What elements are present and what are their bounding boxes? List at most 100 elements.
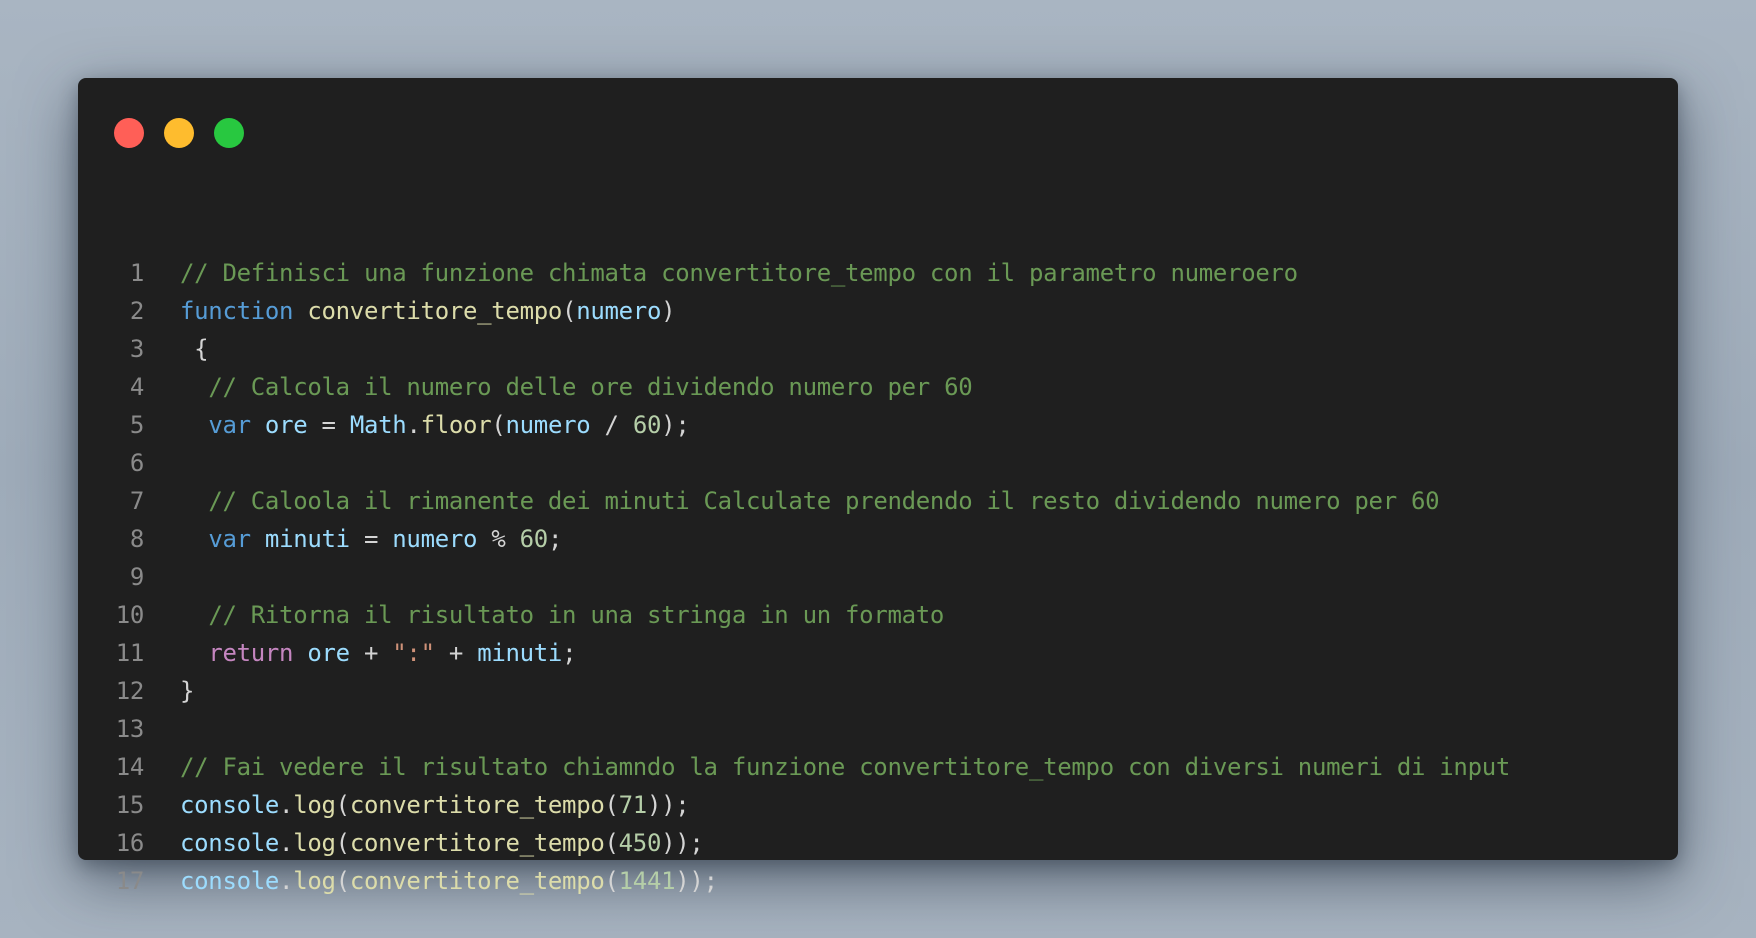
- token-number: 450: [618, 829, 662, 857]
- token-punct: }: [180, 677, 195, 705]
- line-number: 4: [129, 373, 144, 401]
- token-func: convertitore_tempo: [349, 791, 605, 819]
- line-number: 9: [129, 563, 144, 591]
- token-func: log: [293, 867, 336, 895]
- line-source: function convertitore_tempo(numero): [180, 292, 676, 330]
- line-number: 13: [115, 715, 145, 743]
- token-punct: (: [335, 829, 350, 857]
- token-punct: ;: [562, 639, 577, 667]
- token-func: log: [293, 791, 336, 819]
- token-punct: [293, 297, 307, 325]
- token-punct: (: [604, 867, 619, 895]
- code-line[interactable]: 10 // Ritorna il risultato in una string…: [78, 596, 1678, 634]
- token-punct: +: [434, 639, 478, 667]
- token-comment: // Caloola il rimanente dei minuti Calcu…: [208, 487, 1440, 515]
- token-string: ":": [392, 639, 435, 667]
- token-punct: /: [590, 411, 633, 439]
- token-var: ore: [307, 639, 350, 667]
- token-punct: =: [349, 525, 393, 553]
- token-punct: +: [349, 639, 393, 667]
- line-source: }: [180, 672, 194, 710]
- token-punct: .: [406, 411, 421, 439]
- token-punct: (: [562, 297, 577, 325]
- code-line[interactable]: 1 // Definisci una funzione chimata conve…: [78, 254, 1678, 292]
- token-var: console: [180, 791, 280, 819]
- line-source: var ore = Math.floor(numero / 60);: [180, 406, 689, 444]
- token-punct: (: [335, 791, 350, 819]
- code-line[interactable]: 11 return ore + ":" + minuti;: [78, 634, 1678, 672]
- token-punct: (: [604, 829, 619, 857]
- token-comment: // Calcola il numero delle ore dividendo…: [208, 373, 973, 401]
- line-number: 12: [115, 677, 145, 705]
- code-line[interactable]: 9: [78, 558, 1678, 596]
- token-func: log: [293, 829, 336, 857]
- minimize-button[interactable]: [164, 118, 194, 148]
- token-var: ore: [264, 411, 308, 439]
- token-punct: ));: [675, 867, 718, 895]
- close-button[interactable]: [114, 118, 144, 148]
- token-keyword: var: [208, 411, 251, 439]
- maximize-button[interactable]: [214, 118, 244, 148]
- code-line[interactable]: 17 console.log(convertitore_tempo(1441));: [78, 862, 1678, 900]
- token-punct: [180, 639, 208, 667]
- token-punct: [293, 639, 307, 667]
- code-line[interactable]: 2 function convertitore_tempo(numero): [78, 292, 1678, 330]
- token-punct: =: [307, 411, 350, 439]
- token-var: numero: [505, 411, 591, 439]
- line-source: // Calcola il numero delle ore dividendo…: [180, 368, 972, 406]
- token-keyword: function: [180, 297, 294, 325]
- line-source: var minuti = numero % 60;: [180, 520, 562, 558]
- line-number: 8: [129, 525, 144, 553]
- token-comment: // Ritorna il risultato in una stringa i…: [208, 601, 945, 629]
- line-number: 3: [129, 335, 144, 363]
- code-line[interactable]: 5 var ore = Math.floor(numero / 60);: [78, 406, 1678, 444]
- token-punct: [180, 373, 208, 401]
- line-source: console.log(convertitore_tempo(71));: [180, 786, 690, 824]
- window-controls: [114, 118, 244, 148]
- line-number: 11: [115, 639, 145, 667]
- token-func: floor: [420, 411, 492, 439]
- token-punct: (: [604, 791, 619, 819]
- code-line[interactable]: 13: [78, 710, 1678, 748]
- code-line[interactable]: 3 {: [78, 330, 1678, 368]
- line-source: return ore + ":" + minuti;: [180, 634, 576, 672]
- token-var: Math: [349, 411, 407, 439]
- token-func: convertitore_tempo: [349, 829, 605, 857]
- line-source: console.log(convertitore_tempo(450));: [180, 824, 704, 862]
- token-number: 71: [618, 791, 648, 819]
- line-source: // Fai vedere il risultato chiamndo la f…: [180, 748, 1510, 786]
- token-punct: (: [491, 411, 506, 439]
- token-punct: {: [180, 335, 209, 363]
- code-line[interactable]: 6: [78, 444, 1678, 482]
- code-line[interactable]: 12}: [78, 672, 1678, 710]
- code-window: 1 // Definisci una funzione chimata conve…: [78, 78, 1678, 895]
- token-func: convertitore_tempo: [307, 297, 563, 325]
- token-var: numero: [576, 297, 662, 325]
- line-number: 1: [129, 259, 144, 287]
- token-punct: .: [279, 791, 294, 819]
- code-line[interactable]: 4 // Calcola il numero delle ore dividen…: [78, 368, 1678, 406]
- token-punct: .: [279, 829, 294, 857]
- token-var: minuti: [264, 525, 350, 553]
- token-punct: [180, 487, 208, 515]
- token-var: console: [180, 867, 280, 895]
- token-punct: %: [477, 525, 520, 553]
- token-keyword: var: [208, 525, 251, 553]
- token-punct: [180, 601, 208, 629]
- line-number: 17: [115, 867, 145, 895]
- code-line[interactable]: 7 // Caloola il rimanente dei minuti Cal…: [78, 482, 1678, 520]
- token-punct: [180, 411, 208, 439]
- code-editor[interactable]: 1 // Definisci una funzione chimata conve…: [78, 254, 1678, 900]
- code-line[interactable]: 14 // Fai vedere il risultato chiamndo la…: [78, 748, 1678, 786]
- token-punct: (: [335, 867, 350, 895]
- line-number: 14: [115, 753, 145, 781]
- token-number: 60: [519, 525, 549, 553]
- line-source: // Definisci una funzione chimata conver…: [180, 254, 1298, 292]
- line-number: 15: [115, 791, 145, 819]
- code-line[interactable]: 16 console.log(convertitore_tempo(450));: [78, 824, 1678, 862]
- token-punct: .: [279, 867, 294, 895]
- code-line[interactable]: 8 var minuti = numero % 60;: [78, 520, 1678, 558]
- code-line[interactable]: 15 console.log(convertitore_tempo(71));: [78, 786, 1678, 824]
- line-source: console.log(convertitore_tempo(1441));: [180, 862, 718, 900]
- token-punct: ): [661, 297, 676, 325]
